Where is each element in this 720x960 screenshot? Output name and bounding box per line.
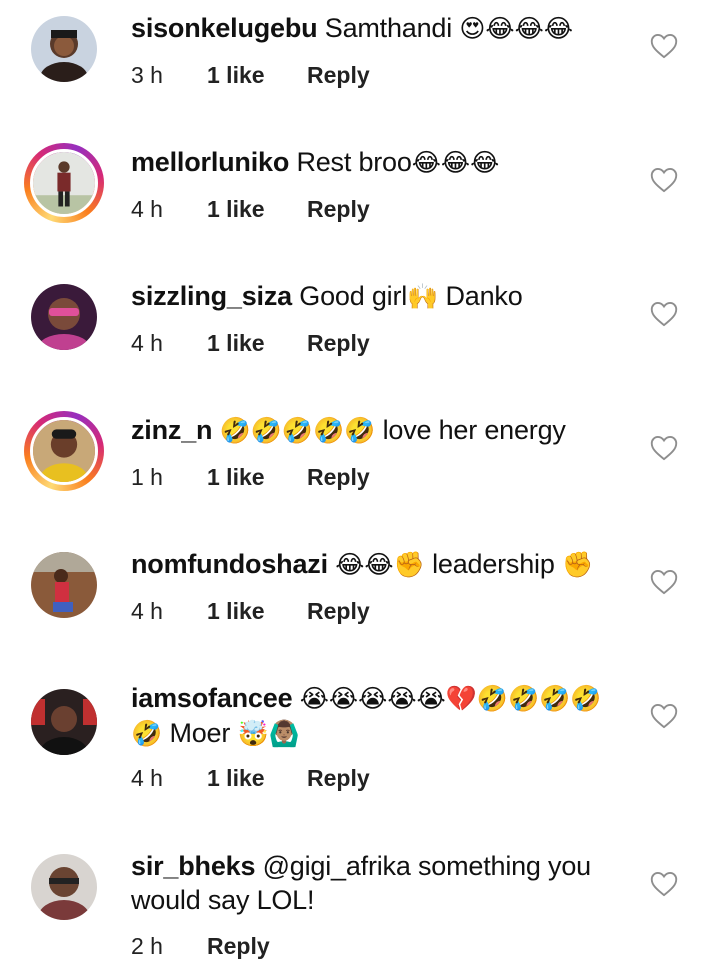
comment-meta: 2 h Reply	[131, 933, 270, 960]
avatar[interactable]	[24, 277, 104, 357]
comment-emojis: 😍😂😂😂	[459, 15, 574, 43]
comment-meta: 4 h 1 like Reply	[131, 765, 370, 792]
avatar-image	[31, 16, 97, 82]
comment-text: sir_bheks @gigi_afrika something you wou…	[131, 849, 621, 917]
comment-username[interactable]: nomfundoshazi	[131, 549, 328, 579]
comment-likes[interactable]: 1 like	[207, 464, 307, 491]
comment-username[interactable]: sisonkelugebu	[131, 13, 318, 43]
avatar-image	[31, 284, 97, 350]
comment-body: Rest broo	[296, 147, 412, 177]
comment-emojis: 🙌	[407, 283, 439, 311]
reply-button[interactable]: Reply	[307, 196, 370, 223]
comment-username[interactable]: mellorluniko	[131, 147, 289, 177]
reply-button[interactable]: Reply	[307, 62, 370, 89]
reply-button[interactable]: Reply	[307, 330, 370, 357]
comment-body: leadership	[432, 549, 555, 579]
comment-username[interactable]: iamsofancee	[131, 683, 293, 713]
heart-outline-icon[interactable]	[650, 167, 678, 193]
comment-text: iamsofancee 😭😭😭😭😭💔🤣🤣🤣🤣🤣 Moer 🤯🙆🏽‍♂️	[131, 681, 621, 751]
avatar[interactable]	[24, 411, 104, 491]
comment-username[interactable]: sir_bheks	[131, 851, 255, 881]
comment-likes[interactable]: 1 like	[207, 196, 307, 223]
comment-time: 3 h	[131, 62, 163, 88]
comment-likes[interactable]: 1 like	[207, 330, 307, 357]
heart-outline-icon[interactable]	[650, 569, 678, 595]
avatar-image	[30, 149, 98, 217]
avatar-image	[31, 854, 97, 920]
avatar[interactable]	[24, 545, 104, 625]
comment-text: mellorluniko Rest broo😂😂😂	[131, 145, 621, 180]
comment-body-extra: Danko	[445, 281, 523, 311]
comment-body: Moer	[169, 718, 231, 748]
reply-button[interactable]: Reply	[207, 933, 270, 960]
comment-meta: 4 h 1 like Reply	[131, 196, 370, 223]
comment-username[interactable]: sizzling_siza	[131, 281, 292, 311]
comment-emojis: 😂😂😂	[411, 149, 500, 177]
comment-username[interactable]: zinz_n	[131, 415, 213, 445]
comment-emojis-extra: 🤯🙆🏽‍♂️	[237, 720, 300, 748]
heart-outline-icon[interactable]	[650, 871, 678, 897]
comment-body: Samthandi	[324, 13, 453, 43]
reply-button[interactable]: Reply	[307, 598, 370, 625]
comment-time: 4 h	[131, 765, 163, 791]
avatar-image	[31, 552, 97, 618]
avatar[interactable]	[24, 847, 104, 927]
avatar-image	[31, 689, 97, 755]
comment-body: Good girl	[299, 281, 408, 311]
comment-meta: 4 h 1 like Reply	[131, 598, 370, 625]
avatar[interactable]	[24, 143, 104, 223]
comment-time: 1 h	[131, 464, 163, 490]
comment-time: 4 h	[131, 330, 163, 356]
comment-time: 2 h	[131, 933, 163, 959]
comment-text: zinz_n 🤣🤣🤣🤣🤣 love her energy	[131, 413, 621, 448]
heart-outline-icon[interactable]	[650, 301, 678, 327]
comment-text: sizzling_siza Good girl🙌 Danko	[131, 279, 621, 314]
comment-emojis: 🤣🤣🤣🤣🤣	[219, 417, 376, 445]
comment-text: nomfundoshazi 😂😂✊ leadership ✊	[131, 547, 621, 582]
avatar[interactable]	[24, 9, 104, 89]
heart-outline-icon[interactable]	[650, 435, 678, 461]
heart-outline-icon[interactable]	[650, 33, 678, 59]
heart-outline-icon[interactable]	[650, 703, 678, 729]
comment-time: 4 h	[131, 196, 163, 222]
comment-emojis: 😂😂✊	[335, 551, 425, 579]
comment-time: 4 h	[131, 598, 163, 624]
comment-likes[interactable]: 1 like	[207, 598, 307, 625]
comment-text: sisonkelugebu Samthandi 😍😂😂😂	[131, 11, 621, 46]
comment-meta: 3 h 1 like Reply	[131, 62, 370, 89]
reply-button[interactable]: Reply	[307, 464, 370, 491]
comment-likes[interactable]: 1 like	[207, 765, 307, 792]
avatar[interactable]	[24, 682, 104, 762]
comment-likes[interactable]: 1 like	[207, 62, 307, 89]
reply-button[interactable]: Reply	[307, 765, 370, 792]
comment-emojis-extra: ✊	[561, 551, 594, 579]
comment-meta: 1 h 1 like Reply	[131, 464, 370, 491]
avatar-image	[30, 417, 98, 485]
comment-body: love her energy	[382, 415, 566, 445]
comment-meta: 4 h 1 like Reply	[131, 330, 370, 357]
